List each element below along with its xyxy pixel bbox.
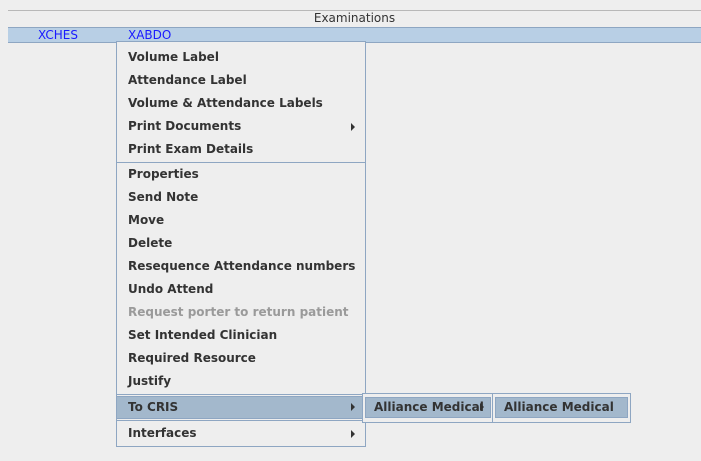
menu-item-print-documents[interactable]: Print Documents [117,115,365,138]
menu-item-resequence-attendance[interactable]: Resequence Attendance numbers [117,255,365,278]
submenu-to-cris: Alliance Medical [362,393,494,423]
menu-item-volume-attendance-labels[interactable]: Volume & Attendance Labels [117,92,365,115]
menu-item-set-intended-clinician[interactable]: Set Intended Clinician [117,324,365,347]
menu-item-alliance-medical[interactable]: Alliance Medical [365,397,491,418]
menu-separator [117,420,365,421]
menu-item-volume-label[interactable]: Volume Label [117,46,365,69]
tab-xabdo[interactable]: XABDO [128,28,171,42]
menu-item-send-note[interactable]: Send Note [117,186,365,209]
context-menu: Volume Label Attendance Label Volume & A… [116,41,366,447]
menu-item-label: Print Documents [128,119,242,133]
menu-item-to-cris[interactable]: To CRIS [117,396,365,419]
menu-item-alliance-medical-leaf[interactable]: Alliance Medical [495,397,628,418]
submenu-arrow-icon [351,403,355,411]
menu-item-label: To CRIS [128,400,179,414]
menu-item-undo-attend[interactable]: Undo Attend [117,278,365,301]
menu-item-properties[interactable]: Properties [117,163,365,186]
submenu-arrow-icon [351,123,355,131]
menu-separator [117,394,365,395]
menu-item-label: Alliance Medical [374,400,484,414]
menu-item-required-resource[interactable]: Required Resource [117,347,365,370]
tab-xches[interactable]: XCHES [38,28,78,42]
menu-item-delete[interactable]: Delete [117,232,365,255]
menu-item-interfaces[interactable]: Interfaces [117,422,365,445]
menu-item-attendance-label[interactable]: Attendance Label [117,69,365,92]
menu-item-justify[interactable]: Justify [117,370,365,393]
menu-item-print-exam-details[interactable]: Print Exam Details [117,138,365,161]
panel-title: Examinations [8,10,701,27]
menu-item-request-porter: Request porter to return patient [128,305,349,319]
menu-item-label: Interfaces [128,426,197,440]
submenu-alliance-medical: Alliance Medical [492,393,631,423]
menu-item-move[interactable]: Move [117,209,365,232]
submenu-arrow-icon [351,430,355,438]
submenu-arrow-icon [480,403,484,411]
